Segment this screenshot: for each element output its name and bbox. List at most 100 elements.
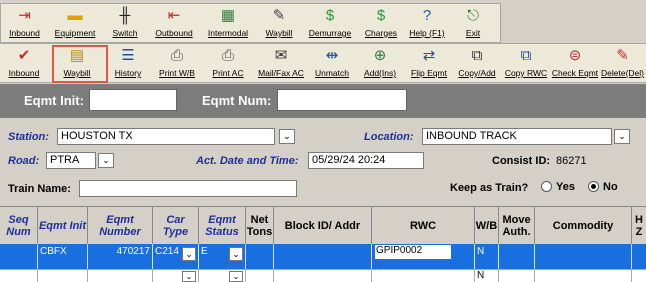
eqmt-num-input[interactable] [277, 89, 407, 111]
cell-block-id[interactable] [274, 244, 372, 269]
station-dropdown-button[interactable]: ⌄ [279, 129, 295, 144]
keep-as-train-label: Keep as Train? [450, 182, 529, 194]
toolbar-button-print-w-b[interactable]: ⎙ Print W/B [150, 44, 204, 82]
cell-commodity[interactable] [535, 244, 632, 269]
cell-hz[interactable] [632, 270, 646, 282]
toolbar-button-label: Print AC [212, 68, 244, 78]
car-type-dropdown-button[interactable]: ⌄ [182, 271, 196, 282]
toolbar-button-copy-add[interactable]: ⧉ Copy/Add [452, 44, 502, 82]
toolbar-button-outbound[interactable]: ⇤ Outbound [148, 4, 200, 42]
toolbar-button-help-f1[interactable]: ? Help (F1) [404, 4, 450, 42]
toolbar-button-equipment[interactable]: ▬ Equipment [48, 4, 102, 42]
cell-eqmt-init[interactable] [38, 270, 88, 282]
cell-eqmt-number[interactable] [88, 270, 153, 282]
toolbar-button-check-eqmt[interactable]: ⊜ Check Eqmt [550, 44, 600, 82]
cell-commodity[interactable] [535, 270, 632, 282]
column-header-h-z[interactable]: H Z [632, 207, 646, 244]
eqmt-status-dropdown-button[interactable]: ⌄ [229, 247, 243, 261]
cell-net-tons[interactable] [246, 270, 274, 282]
rwc-input[interactable]: GPIP0002 [375, 245, 451, 259]
toolbar-button-add-ins[interactable]: ⊕ Add(Ins) [354, 44, 406, 82]
toolbar-button-intermodal[interactable]: ▦ Intermodal [200, 4, 256, 42]
cell-net-tons[interactable] [246, 244, 274, 269]
toolbar-button-history[interactable]: ☰ History [106, 44, 150, 82]
toolbar-button-waybill[interactable]: ✎ Waybill [256, 4, 302, 42]
pencil-icon: ✎ [272, 7, 286, 24]
toolbar-button-label: Copy RWC [504, 68, 548, 78]
eqmt-init-input[interactable] [89, 89, 177, 111]
toolbar-button-mail-fax-ac[interactable]: ✉ Mail/Fax AC [252, 44, 310, 82]
cell-eqmt-status[interactable]: E ⌄ [199, 244, 246, 269]
column-header-w-b[interactable]: W/B [475, 207, 499, 244]
toolbar-button-flip-eqmt[interactable]: ⇄ Flip Eqmt [406, 44, 452, 82]
toolbar-button-charges[interactable]: $ Charges [358, 4, 404, 42]
cell-eqmt-number[interactable]: 470217 [88, 244, 153, 269]
cell-wb[interactable]: N [475, 270, 499, 282]
act-date-field[interactable]: 05/29/24 20:24 [308, 152, 424, 169]
cell-rwc[interactable] [372, 270, 475, 282]
column-header-move-auth[interactable]: Move Auth. [499, 207, 535, 244]
cell-hz[interactable] [632, 244, 646, 269]
equipment-grid: Seq Num Eqmt Init Eqmt Number Car Type Eqmt … [0, 206, 646, 282]
column-header-commodity[interactable]: Commodity [535, 207, 632, 244]
train-name-label: Train Name: [8, 183, 71, 195]
delete-icon: ✎ [616, 47, 629, 64]
toolbar-button-exit[interactable]: ⎋ Exit [450, 4, 496, 42]
keep-yes-radio[interactable] [541, 181, 552, 192]
add-icon: ⊕ [373, 47, 387, 64]
cell-eqmt-init[interactable]: CBFX [38, 244, 88, 269]
station-field[interactable]: HOUSTON TX [57, 128, 275, 145]
chevron-down-icon: ⌄ [102, 155, 110, 165]
column-header-rwc[interactable]: RWC [372, 207, 475, 244]
cell-block-id[interactable] [274, 270, 372, 282]
toolbar-button-unmatch[interactable]: ⇹ Unmatch [310, 44, 354, 82]
cell-rwc[interactable]: GPIP0002 [372, 244, 475, 269]
toolbar-button-delete-del[interactable]: ✎ Delete(Del) [600, 44, 645, 82]
road-field[interactable]: PTRA [46, 152, 96, 169]
toolbar-button-print-ac[interactable]: ⎙ Print AC [204, 44, 252, 82]
chevron-down-icon: ⌄ [618, 131, 626, 141]
unmatch-icon: ⇹ [325, 47, 339, 64]
toolbar-button-waybill[interactable]: ▤ Waybill [48, 44, 106, 82]
car-type-dropdown-button[interactable]: ⌄ [182, 247, 196, 261]
location-dropdown-button[interactable]: ⌄ [614, 129, 630, 144]
toolbar-button-demurrage[interactable]: $ Demurrage [302, 4, 358, 42]
column-header-car-type[interactable]: Car Type [153, 207, 199, 244]
column-header-block-id-addr[interactable]: Block ID/ Addr [274, 207, 372, 244]
road-dropdown-button[interactable]: ⌄ [98, 153, 114, 168]
toolbar-button-switch[interactable]: ╫ Switch [102, 4, 148, 42]
cell-wb[interactable]: N [475, 244, 499, 269]
copy-add-icon: ⧉ [471, 47, 483, 64]
toolbar-button-copy-rwc[interactable]: ⧉ Copy RWC [502, 44, 550, 82]
train-name-input[interactable] [79, 180, 297, 197]
toolbar-button-label: Switch [112, 28, 138, 38]
eqmt-init-label: Eqmt Init: [24, 93, 84, 108]
column-header-eqmt-status[interactable]: Eqmt Status [199, 207, 246, 244]
toolbar-button-label: Exit [465, 28, 481, 38]
table-row[interactable]: ⌄ ⌄ N [0, 269, 646, 282]
keep-no-radio[interactable] [588, 181, 599, 192]
track-switch-icon: ╫ [119, 7, 131, 24]
cell-eqmt-status[interactable]: ⌄ [199, 270, 246, 282]
cell-car-type[interactable]: C214 ⌄ [153, 244, 199, 269]
cell-car-type[interactable]: ⌄ [153, 270, 199, 282]
column-header-eqmt-number[interactable]: Eqmt Number [88, 207, 153, 244]
toolbar-button-label: Unmatch [314, 68, 349, 78]
inbound-icon: ⇥ [18, 7, 31, 24]
cell-move-auth[interactable] [499, 244, 535, 269]
cell-seq[interactable] [0, 244, 38, 269]
location-field[interactable]: INBOUND TRACK [422, 128, 612, 145]
table-row[interactable]: CBFX 470217 C214 ⌄ E ⌄ GPIP0002 N [0, 244, 646, 269]
column-header-net-tons[interactable]: Net Tons [246, 207, 274, 244]
column-header-seq-num[interactable]: Seq Num [0, 207, 38, 244]
column-header-eqmt-init[interactable]: Eqmt Init [38, 207, 88, 244]
toolbar-button-inbound[interactable]: ⇥ Inbound [1, 4, 48, 42]
toolbar-button-inbound[interactable]: ✔ Inbound [0, 44, 48, 82]
history-icon: ☰ [121, 47, 135, 64]
cell-seq[interactable] [0, 270, 38, 282]
eqmt-status-dropdown-button[interactable]: ⌄ [229, 271, 243, 282]
dollar-icon: $ [325, 7, 335, 24]
chart-icon: ▦ [220, 7, 236, 24]
cell-move-auth[interactable] [499, 270, 535, 282]
grid-header: Seq Num Eqmt Init Eqmt Number Car Type Eqmt … [0, 206, 646, 244]
